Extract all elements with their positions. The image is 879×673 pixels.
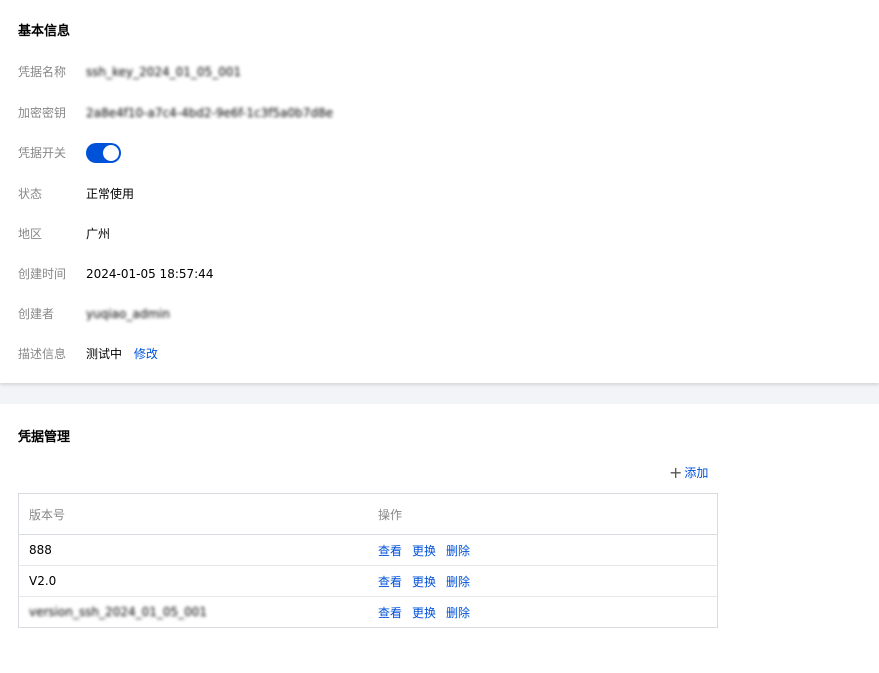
field-created-time: 创建时间 2024-01-05 18:57:44 — [18, 264, 858, 284]
add-label: 添加 — [684, 466, 709, 480]
credential-name-value: ssh_key_2024_01_05_001 — [86, 65, 242, 79]
delete-link[interactable]: 删除 — [446, 606, 470, 620]
field-region: 地区 广州 — [18, 224, 858, 244]
view-link[interactable]: 查看 — [378, 544, 402, 558]
region-value: 广州 — [86, 227, 111, 241]
field-label: 创建时间 — [18, 267, 67, 281]
created-time-value: 2024-01-05 18:57:44 — [86, 267, 214, 281]
actions-cell: 查看 更换 删除 — [368, 565, 718, 597]
column-header-actions: 操作 — [368, 493, 718, 535]
version-table: 版本号 操作 888 查看 更换 删除 V2.0 查看 更换 删除 version_ss… — [18, 493, 718, 628]
replace-link[interactable]: 更换 — [412, 575, 436, 589]
actions-cell: 查看 更换 删除 — [368, 597, 718, 628]
credential-management-title: 凭据管理 — [18, 430, 71, 445]
field-label: 描述信息 — [18, 347, 67, 361]
field-description: 描述信息 测试中 修改 — [18, 344, 858, 364]
basic-info-title: 基本信息 — [18, 24, 71, 39]
version-cell: version_ssh_2024_01_05_001 — [29, 605, 208, 619]
credential-management-card: 凭据管理 + 添加 版本号 操作 888 查看 更换 删除 V2.0 查看 更换 删除 — [0, 404, 879, 673]
basic-info-card: 基本信息 凭据名称 ssh_key_2024_01_05_001 加密密钥 2a… — [0, 0, 879, 383]
field-label: 凭据名称 — [18, 65, 67, 79]
plus-icon: + — [669, 463, 683, 482]
credential-toggle[interactable] — [86, 143, 121, 163]
field-label: 创建者 — [18, 307, 55, 321]
field-label: 凭据开关 — [18, 146, 67, 160]
view-link[interactable]: 查看 — [378, 575, 402, 589]
table-row: V2.0 查看 更换 删除 — [18, 565, 718, 597]
edit-description-link[interactable]: 修改 — [134, 347, 158, 361]
column-header-version: 版本号 — [18, 493, 368, 535]
status-value: 正常使用 — [86, 187, 135, 201]
add-version-button[interactable]: + 添加 — [669, 464, 708, 482]
version-cell: V2.0 — [18, 565, 368, 597]
description-text: 测试中 — [86, 347, 123, 361]
replace-link[interactable]: 更换 — [412, 544, 436, 558]
field-encryption-key: 加密密钥 2a8e4f10-a7c4-4bd2-9e6f-1c3f5a0b7d8… — [18, 103, 858, 123]
field-label: 地区 — [18, 227, 43, 241]
field-label: 加密密钥 — [18, 106, 67, 120]
field-credential-switch: 凭据开关 — [18, 143, 858, 163]
creator-value: yuqiao_admin — [86, 307, 170, 321]
view-link[interactable]: 查看 — [378, 606, 402, 620]
toggle-knob — [103, 145, 119, 161]
table-header-row: 版本号 操作 — [18, 493, 718, 535]
encryption-key-value: 2a8e4f10-a7c4-4bd2-9e6f-1c3f5a0b7d8e — [86, 106, 334, 120]
description-value: 测试中 修改 — [86, 344, 158, 364]
version-cell: 888 — [18, 534, 368, 566]
delete-link[interactable]: 删除 — [446, 575, 470, 589]
delete-link[interactable]: 删除 — [446, 544, 470, 558]
field-creator: 创建者 yuqiao_admin — [18, 304, 858, 324]
field-label: 状态 — [18, 187, 43, 201]
actions-cell: 查看 更换 删除 — [368, 534, 718, 566]
table-row: version_ssh_2024_01_05_001 查看 更换 删除 — [19, 597, 718, 628]
replace-link[interactable]: 更换 — [412, 606, 436, 620]
field-status: 状态 正常使用 — [18, 184, 858, 204]
field-credential-name: 凭据名称 ssh_key_2024_01_05_001 — [18, 62, 858, 82]
table-row: 888 查看 更换 删除 — [18, 534, 718, 566]
